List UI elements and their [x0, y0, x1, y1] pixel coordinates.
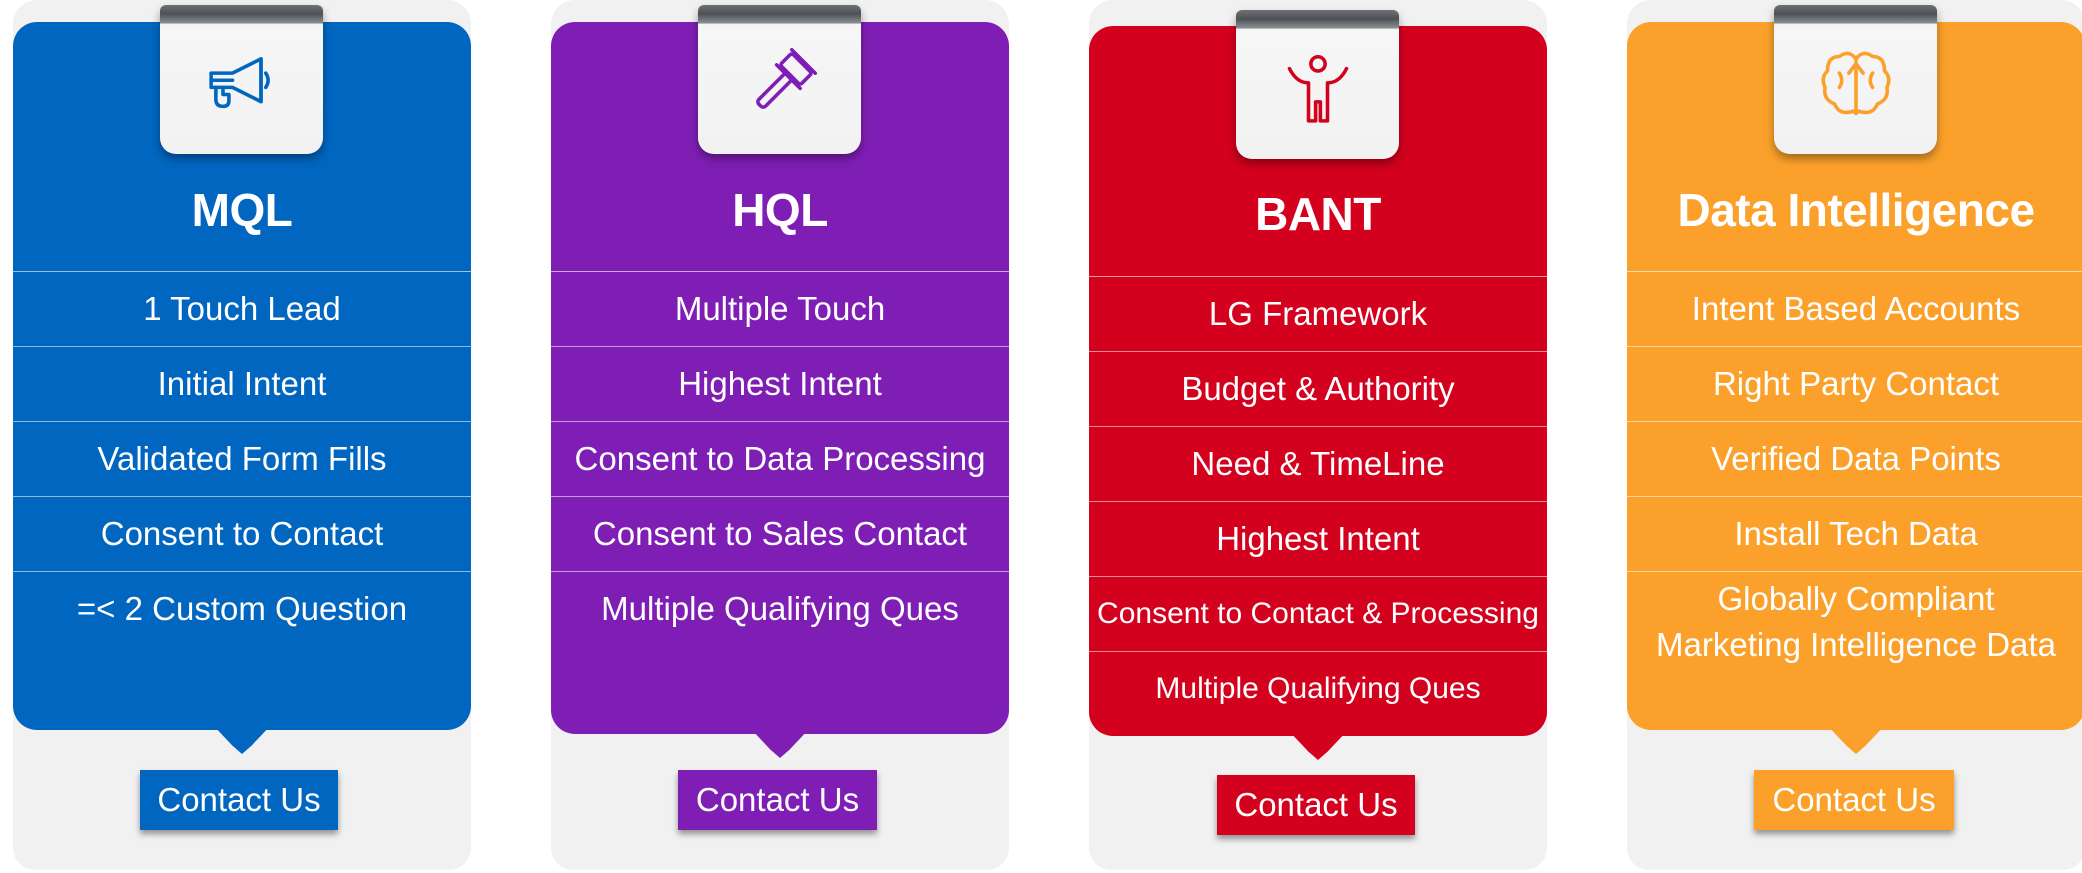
feature-item: Right Party Contact — [1627, 347, 2082, 422]
feature-list: LG Framework Budget & Authority Need & T… — [1089, 276, 1547, 726]
feature-item: Install Tech Data — [1627, 497, 2082, 572]
feature-item: Highest Intent — [551, 347, 1009, 422]
megaphone-icon — [208, 56, 270, 108]
card-title: BANT — [1255, 188, 1381, 240]
feature-item: Intent Based Accounts — [1627, 272, 2082, 347]
icon-tab — [698, 5, 861, 154]
feature-item: Budget & Authority — [1089, 352, 1547, 427]
feature-item: Consent to Contact & Processing — [1089, 577, 1547, 652]
feature-item: Consent to Data Processing — [551, 422, 1009, 497]
gavel-icon — [755, 47, 817, 109]
pricing-card-bant: BANT LG Framework Budget & Authority Nee… — [1089, 0, 1547, 870]
person-icon — [1287, 54, 1348, 123]
pricing-card-hql: HQL Multiple Touch Highest Intent Consen… — [551, 0, 1009, 870]
card-title: HQL — [732, 184, 828, 236]
card-title: Data Intelligence — [1677, 184, 2035, 236]
feature-item: Multiple Qualifying Ques — [601, 590, 959, 627]
brain-icon — [1820, 51, 1891, 115]
feature-line: Globally Compliant — [1717, 580, 1995, 617]
contact-us-button[interactable]: Contact Us — [1217, 775, 1415, 835]
icon-tab — [1774, 5, 1937, 154]
feature-item: Validated Form Fills — [13, 422, 471, 497]
feature-item: Multiple Qualifying Ques — [1155, 672, 1481, 705]
feature-item: 1 Touch Lead — [13, 272, 471, 347]
feature-item: Multiple Touch — [551, 272, 1009, 347]
contact-us-button[interactable]: Contact Us — [1754, 770, 1954, 830]
feature-item: Consent to Contact — [13, 497, 471, 572]
feature-item: Need & TimeLine — [1089, 427, 1547, 502]
card-title: MQL — [191, 184, 293, 236]
icon-tab — [160, 5, 323, 154]
feature-list: 1 Touch Lead Initial Intent Validated Fo… — [13, 271, 471, 646]
icon-tab — [1236, 10, 1399, 159]
feature-item: Highest Intent — [1089, 502, 1547, 577]
feature-item: Consent to Sales Contact — [551, 497, 1009, 572]
feature-item-multiline: Globally Compliant Marketing Intelligenc… — [1627, 572, 2082, 672]
pricing-card-mql: MQL 1 Touch Lead Initial Intent Validate… — [13, 0, 471, 870]
feature-item: =< 2 Custom Question — [76, 590, 408, 627]
feature-item: Initial Intent — [13, 347, 471, 422]
feature-list: Multiple Touch Highest Intent Consent to… — [551, 271, 1009, 646]
feature-list: Intent Based Accounts Right Party Contac… — [1627, 271, 2082, 672]
contact-us-button[interactable]: Contact Us — [678, 770, 877, 830]
feature-item: LG Framework — [1089, 277, 1547, 352]
feature-item: Verified Data Points — [1627, 422, 2082, 497]
contact-us-button[interactable]: Contact Us — [140, 770, 338, 830]
pricing-card-data-intelligence: Data Intelligence Intent Based Accounts … — [1627, 0, 2082, 870]
feature-line: Marketing Intelligence Data — [1656, 626, 2056, 663]
